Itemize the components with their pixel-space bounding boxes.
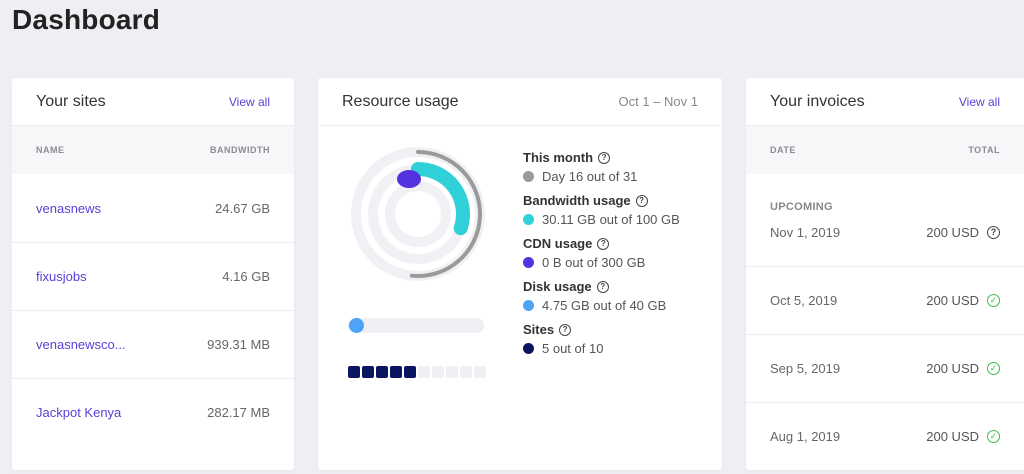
legend-sites: Sites ? 5 out of 10 — [523, 322, 680, 356]
invoice-date: Oct 5, 2019 — [770, 293, 838, 308]
site-bandwidth: 4.16 GB — [222, 269, 270, 284]
cdn-usage-marker — [397, 170, 421, 188]
column-header-date: DATE — [770, 145, 796, 155]
invoice-total: 200 USD — [926, 293, 979, 308]
site-slot-used — [390, 366, 402, 378]
invoices-table-body: UPCOMING Nov 1, 2019 200 USD ? Oct 5, 20… — [746, 174, 1024, 470]
table-row[interactable]: Aug 1, 2019 200 USD ✓ — [746, 402, 1024, 470]
site-bandwidth: 24.67 GB — [215, 200, 270, 216]
invoices-table-header: DATE TOTAL — [746, 126, 1024, 174]
invoice-date: Sep 5, 2019 — [770, 361, 841, 376]
legend-dot — [523, 171, 534, 182]
site-link[interactable]: venasnews — [36, 201, 101, 216]
legend-value: 5 out of 10 — [542, 341, 604, 356]
invoice-total: 200 USD — [926, 361, 979, 376]
site-bandwidth: 282.17 MB — [207, 405, 270, 420]
help-icon[interactable]: ? — [597, 237, 610, 250]
legend-disk: Disk usage ? 4.75 GB out of 40 GB — [523, 279, 680, 313]
sites-view-all-link[interactable]: View all — [229, 95, 270, 109]
invoices-card-header: Your invoices View all — [746, 78, 1024, 126]
legend-value: 4.75 GB out of 40 GB — [542, 298, 667, 313]
site-slot-used — [376, 366, 388, 378]
help-icon[interactable]: ? — [987, 225, 1000, 239]
site-slot-free — [460, 366, 472, 378]
check-icon: ✓ — [987, 362, 1000, 375]
column-header-bandwidth: BANDWIDTH — [210, 145, 270, 155]
invoices-view-all-link[interactable]: View all — [959, 95, 1000, 109]
invoice-date: Nov 1, 2019 — [770, 224, 841, 240]
date-range: Oct 1 – Nov 1 — [618, 94, 698, 109]
site-link[interactable]: Jackpot Kenya — [36, 405, 121, 420]
sites-card: Your sites View all NAME BANDWIDTH venas… — [12, 78, 294, 470]
invoice-total: 200 USD — [926, 224, 979, 240]
upcoming-label: UPCOMING — [770, 200, 833, 213]
table-row[interactable]: Oct 5, 2019 200 USD ✓ — [746, 266, 1024, 334]
column-header-total: TOTAL — [968, 145, 1000, 155]
site-slot-used — [348, 366, 360, 378]
legend-bandwidth: Bandwidth usage ? 30.11 GB out of 100 GB — [523, 193, 680, 227]
legend-this-month: This month ? Day 16 out of 31 — [523, 150, 680, 184]
invoice-total: 200 USD — [926, 429, 979, 444]
site-link[interactable]: venasnewsco... — [36, 337, 126, 352]
legend-value: 30.11 GB out of 100 GB — [542, 212, 680, 227]
sites-table-body: venasnews 24.67 GB fixusjobs 4.16 GB ven… — [12, 174, 294, 446]
legend-dot — [523, 214, 534, 225]
legend-cdn: CDN usage ? 0 B out of 300 GB — [523, 236, 680, 270]
legend-title: Disk usage — [523, 279, 592, 294]
legend-value: 0 B out of 300 GB — [542, 255, 646, 270]
legend-value: Day 16 out of 31 — [542, 169, 638, 184]
resource-usage-card: Resource usage Oct 1 – Nov 1 This month … — [318, 78, 722, 470]
invoices-card: Your invoices View all DATE TOTAL UPCOMI… — [746, 78, 1024, 470]
legend-dot — [523, 257, 534, 268]
usage-ring-chart — [351, 147, 485, 281]
usage-legend: This month ? Day 16 out of 31 Bandwidth … — [523, 150, 680, 365]
disk-usage-bar — [348, 318, 484, 333]
table-row[interactable]: UPCOMING Nov 1, 2019 200 USD ? — [746, 174, 1024, 266]
resource-card-body: This month ? Day 16 out of 31 Bandwidth … — [318, 126, 722, 470]
cdn-ring-track — [385, 181, 451, 247]
site-slot-used — [404, 366, 416, 378]
invoices-card-title: Your invoices — [770, 92, 865, 110]
sites-table-header: NAME BANDWIDTH — [12, 126, 294, 174]
site-slot-free — [418, 366, 430, 378]
site-slot-used — [362, 366, 374, 378]
help-icon[interactable]: ? — [596, 280, 609, 293]
resource-card-header: Resource usage Oct 1 – Nov 1 — [318, 78, 722, 126]
legend-title: Sites — [523, 322, 555, 337]
table-row[interactable]: Sep 5, 2019 200 USD ✓ — [746, 334, 1024, 402]
legend-title: This month — [523, 150, 594, 165]
column-header-name: NAME — [36, 145, 65, 155]
disk-usage-fill — [349, 318, 365, 333]
legend-dot — [523, 343, 534, 354]
site-bandwidth: 939.31 MB — [207, 337, 270, 352]
resource-card-title: Resource usage — [342, 92, 459, 110]
table-row[interactable]: venasnews 24.67 GB — [12, 174, 294, 242]
page-title: Dashboard — [12, 4, 161, 35]
sites-card-title: Your sites — [36, 92, 106, 110]
legend-title: Bandwidth usage — [523, 193, 631, 208]
site-link[interactable]: fixusjobs — [36, 269, 87, 284]
site-slot-free — [432, 366, 444, 378]
invoice-date: Aug 1, 2019 — [770, 429, 841, 444]
table-row[interactable]: Jackpot Kenya 282.17 MB — [12, 378, 294, 446]
table-row[interactable]: fixusjobs 4.16 GB — [12, 242, 294, 310]
help-icon[interactable]: ? — [559, 323, 572, 336]
table-row[interactable]: venasnewsco... 939.31 MB — [12, 310, 294, 378]
site-slot-free — [446, 366, 458, 378]
sites-usage-blocks — [348, 366, 486, 378]
legend-title: CDN usage — [523, 236, 593, 251]
legend-dot — [523, 300, 534, 311]
help-icon[interactable]: ? — [635, 194, 648, 207]
site-slot-free — [474, 366, 486, 378]
sites-card-header: Your sites View all — [12, 78, 294, 126]
check-icon: ✓ — [987, 294, 1000, 307]
check-icon: ✓ — [987, 430, 1000, 443]
help-icon[interactable]: ? — [598, 151, 611, 164]
